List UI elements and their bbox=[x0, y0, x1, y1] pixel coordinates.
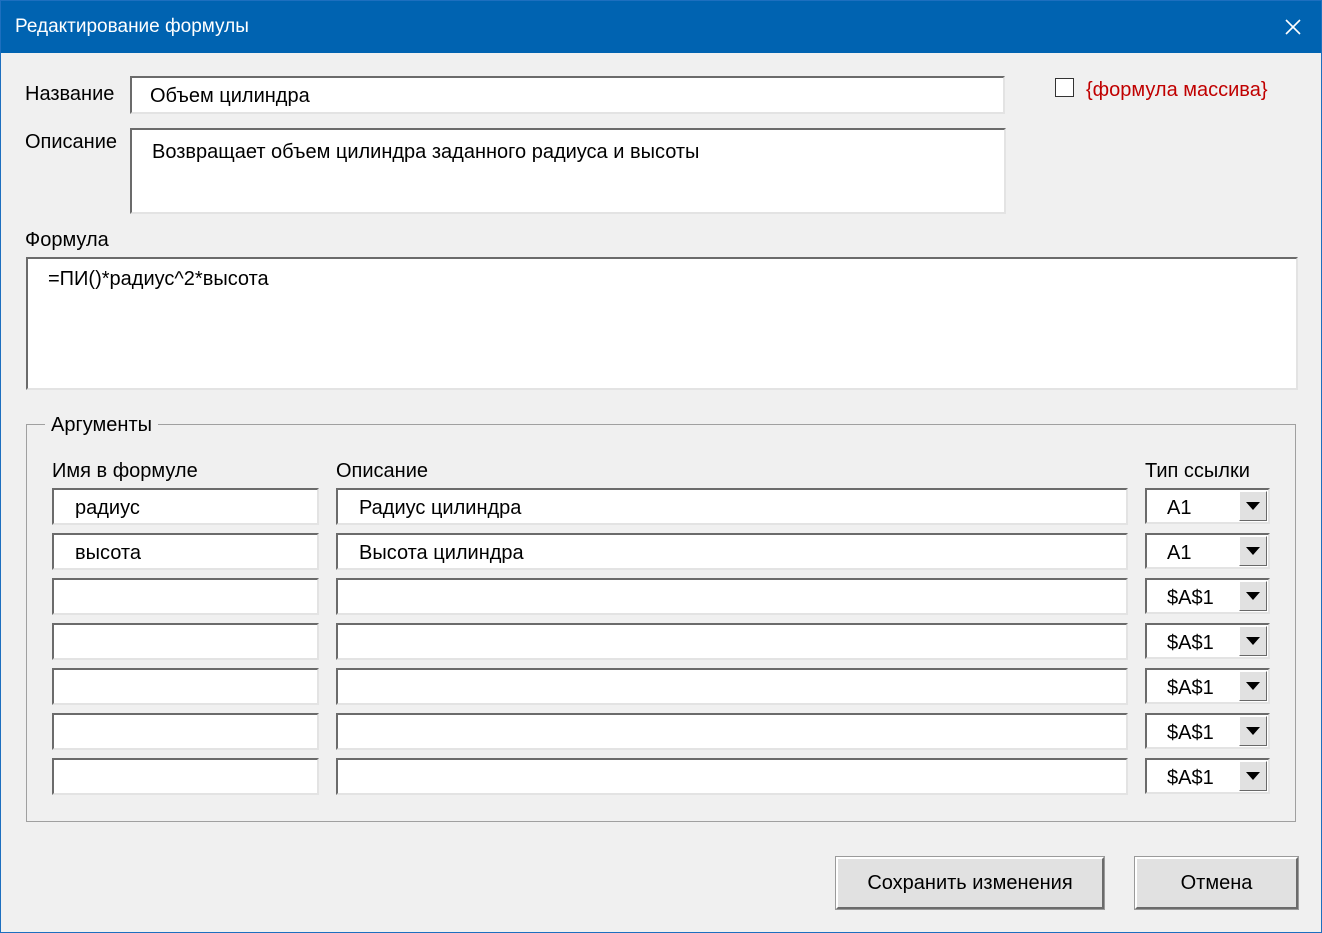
title-bar[interactable]: Редактирование формулы bbox=[1, 1, 1321, 53]
argument-name-value: радиус bbox=[75, 497, 140, 519]
column-header-name: Имя в формуле bbox=[52, 460, 198, 482]
formula-label: Формула bbox=[25, 229, 109, 251]
name-label: Название bbox=[25, 83, 115, 105]
ref-type-value: A1 bbox=[1167, 497, 1192, 519]
argument-name-input-3[interactable] bbox=[52, 578, 319, 615]
arguments-group-title: Аргументы bbox=[45, 414, 158, 437]
ref-type-value: $A$1 bbox=[1167, 722, 1214, 744]
ref-type-select-5[interactable]: $A$1 bbox=[1145, 668, 1270, 704]
ref-type-select-3[interactable]: $A$1 bbox=[1145, 578, 1270, 614]
argument-name-input-2[interactable]: высота bbox=[52, 533, 319, 570]
dropdown-button[interactable] bbox=[1239, 716, 1267, 746]
argument-description-input-3[interactable] bbox=[336, 578, 1128, 615]
cancel-button[interactable]: Отмена bbox=[1134, 856, 1299, 910]
argument-description-input-5[interactable] bbox=[336, 668, 1128, 705]
ref-type-value: A1 bbox=[1167, 542, 1192, 564]
column-header-ref-type: Тип ссылки bbox=[1145, 460, 1250, 482]
argument-description-input-4[interactable] bbox=[336, 623, 1128, 660]
argument-description-input-6[interactable] bbox=[336, 713, 1128, 750]
chevron-down-icon bbox=[1246, 637, 1260, 645]
argument-name-input-5[interactable] bbox=[52, 668, 319, 705]
ref-type-select-2[interactable]: A1 bbox=[1145, 533, 1270, 569]
array-formula-checkbox[interactable] bbox=[1055, 78, 1074, 97]
chevron-down-icon bbox=[1246, 682, 1260, 690]
chevron-down-icon bbox=[1246, 502, 1260, 510]
argument-name-input-4[interactable] bbox=[52, 623, 319, 660]
formula-edit-dialog: Редактирование формулы Название Объем ци… bbox=[0, 0, 1322, 933]
ref-type-select-6[interactable]: $A$1 bbox=[1145, 713, 1270, 749]
close-icon bbox=[1285, 19, 1301, 35]
ref-type-select-1[interactable]: A1 bbox=[1145, 488, 1270, 524]
ref-type-value: $A$1 bbox=[1167, 677, 1214, 699]
dropdown-button[interactable] bbox=[1239, 491, 1267, 521]
description-label: Описание bbox=[25, 131, 118, 153]
chevron-down-icon bbox=[1246, 772, 1260, 780]
argument-description-input-7[interactable] bbox=[336, 758, 1128, 795]
close-button[interactable] bbox=[1265, 1, 1321, 53]
chevron-down-icon bbox=[1246, 547, 1260, 555]
dropdown-button[interactable] bbox=[1239, 581, 1267, 611]
argument-description-input-2[interactable]: Высота цилиндра bbox=[336, 533, 1128, 570]
ref-type-select-7[interactable]: $A$1 bbox=[1145, 758, 1270, 794]
array-formula-label[interactable]: {формула массива} bbox=[1086, 79, 1268, 102]
name-value: Объем цилиндра bbox=[150, 85, 310, 107]
dropdown-button[interactable] bbox=[1239, 536, 1267, 566]
save-changes-button[interactable]: Сохранить изменения bbox=[835, 856, 1105, 910]
ref-type-value: $A$1 bbox=[1167, 587, 1214, 609]
formula-textarea[interactable]: =ПИ()*радиус^2*высота bbox=[26, 257, 1298, 390]
ref-type-value: $A$1 bbox=[1167, 767, 1214, 789]
column-header-description: Описание bbox=[336, 460, 429, 482]
dropdown-button[interactable] bbox=[1239, 671, 1267, 701]
description-value: Возвращает объем цилиндра заданного ради… bbox=[152, 141, 700, 163]
chevron-down-icon bbox=[1246, 592, 1260, 600]
argument-name-input-1[interactable]: радиус bbox=[52, 488, 319, 525]
formula-value: =ПИ()*радиус^2*высота bbox=[48, 268, 269, 290]
ref-type-select-4[interactable]: $A$1 bbox=[1145, 623, 1270, 659]
argument-description-input-1[interactable]: Радиус цилиндра bbox=[336, 488, 1128, 525]
ref-type-value: $A$1 bbox=[1167, 632, 1214, 654]
chevron-down-icon bbox=[1246, 727, 1260, 735]
argument-description-value: Радиус цилиндра bbox=[359, 497, 522, 519]
dropdown-button[interactable] bbox=[1239, 626, 1267, 656]
argument-name-input-6[interactable] bbox=[52, 713, 319, 750]
dropdown-button[interactable] bbox=[1239, 761, 1267, 791]
argument-description-value: Высота цилиндра bbox=[359, 542, 524, 564]
argument-name-value: высота bbox=[75, 542, 141, 564]
argument-name-input-7[interactable] bbox=[52, 758, 319, 795]
name-input[interactable]: Объем цилиндра bbox=[130, 76, 1005, 114]
window-title: Редактирование формулы bbox=[15, 16, 249, 37]
description-textarea[interactable]: Возвращает объем цилиндра заданного ради… bbox=[130, 128, 1006, 214]
